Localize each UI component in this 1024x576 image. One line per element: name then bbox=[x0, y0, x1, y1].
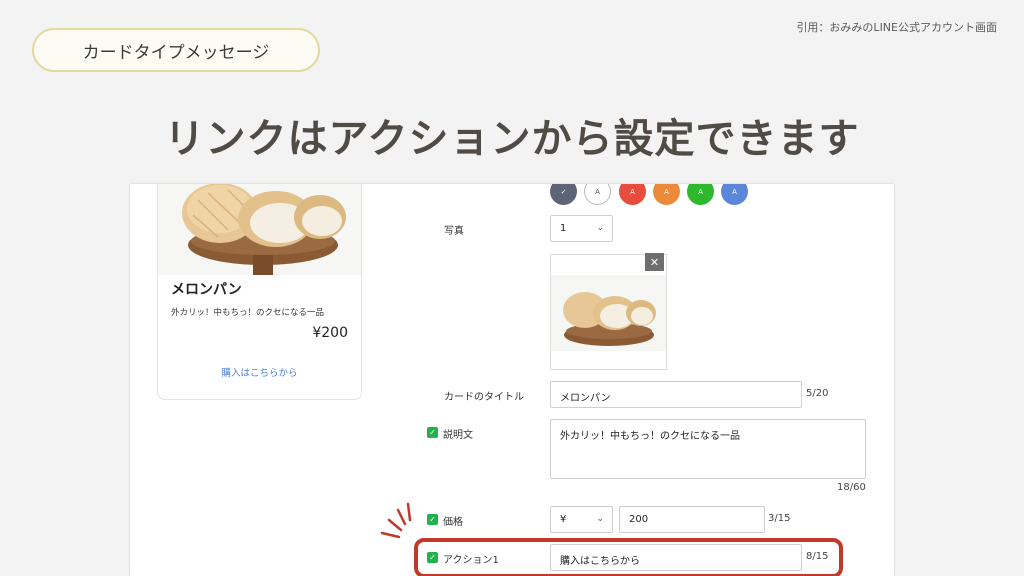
citation-credit: 引用：おみみのLINE公式アカウント画面 bbox=[796, 21, 997, 34]
currency-value: ¥ bbox=[560, 514, 567, 525]
color-swatch-orange[interactable]: A bbox=[653, 184, 680, 205]
photo-count-value: 1 bbox=[560, 223, 567, 234]
description-textarea[interactable]: 外カリッ！中もちっ！のクセになる一品 bbox=[550, 419, 866, 479]
color-swatch-slate[interactable]: ✓ bbox=[550, 184, 577, 205]
card-price: ¥200 bbox=[312, 325, 348, 341]
color-swatch-green[interactable]: A bbox=[687, 184, 714, 205]
price-counter: 3/15 bbox=[768, 513, 791, 524]
card-action-link[interactable]: 購入はこちらから bbox=[158, 365, 361, 379]
color-swatch-red[interactable]: A bbox=[619, 184, 646, 205]
action-highlight-box bbox=[414, 538, 843, 576]
price-checkbox[interactable]: ✓ bbox=[427, 514, 438, 525]
color-swatch-blue[interactable]: A bbox=[721, 184, 748, 205]
chevron-down-icon: ⌄ bbox=[596, 514, 604, 524]
price-label: 価格 bbox=[443, 517, 463, 528]
photo-count-select[interactable]: 1 ⌄ bbox=[550, 215, 613, 242]
card-description: 外カリッ！中もちっ！のクセになる一品 bbox=[171, 308, 325, 318]
card-title: メロンパン bbox=[171, 282, 242, 298]
card-preview: メロンパン 外カリッ！中もちっ！のクセになる一品 ¥200 購入はこちらから bbox=[157, 184, 362, 400]
price-input[interactable]: 200 bbox=[619, 506, 765, 533]
remove-photo-button[interactable]: ✕ bbox=[645, 253, 664, 271]
color-swatch-white[interactable]: A bbox=[584, 184, 611, 205]
chevron-down-icon: ⌄ bbox=[596, 223, 604, 233]
line-card-editor-panel: メロンパン 外カリッ！中もちっ！のクセになる一品 ¥200 購入はこちらから ✓… bbox=[130, 184, 894, 576]
section-pill-label: カードタイプメッセージ bbox=[32, 28, 320, 72]
photo-thumbnail bbox=[550, 254, 667, 370]
description-counter: 18/60 bbox=[837, 482, 866, 493]
description-label: 説明文 bbox=[443, 430, 473, 441]
title-counter: 5/20 bbox=[806, 388, 829, 399]
title-input[interactable]: メロンパン bbox=[550, 381, 802, 408]
photo-label: 写真 bbox=[444, 226, 464, 237]
title-label: カードのタイトル bbox=[444, 392, 524, 403]
description-checkbox[interactable]: ✓ bbox=[427, 427, 438, 438]
page-headline: リンクはアクションから設定できます bbox=[164, 116, 860, 162]
emphasis-burst-icon bbox=[380, 502, 412, 539]
currency-select[interactable]: ¥ ⌄ bbox=[550, 506, 613, 533]
melon-pan-image bbox=[158, 184, 361, 275]
